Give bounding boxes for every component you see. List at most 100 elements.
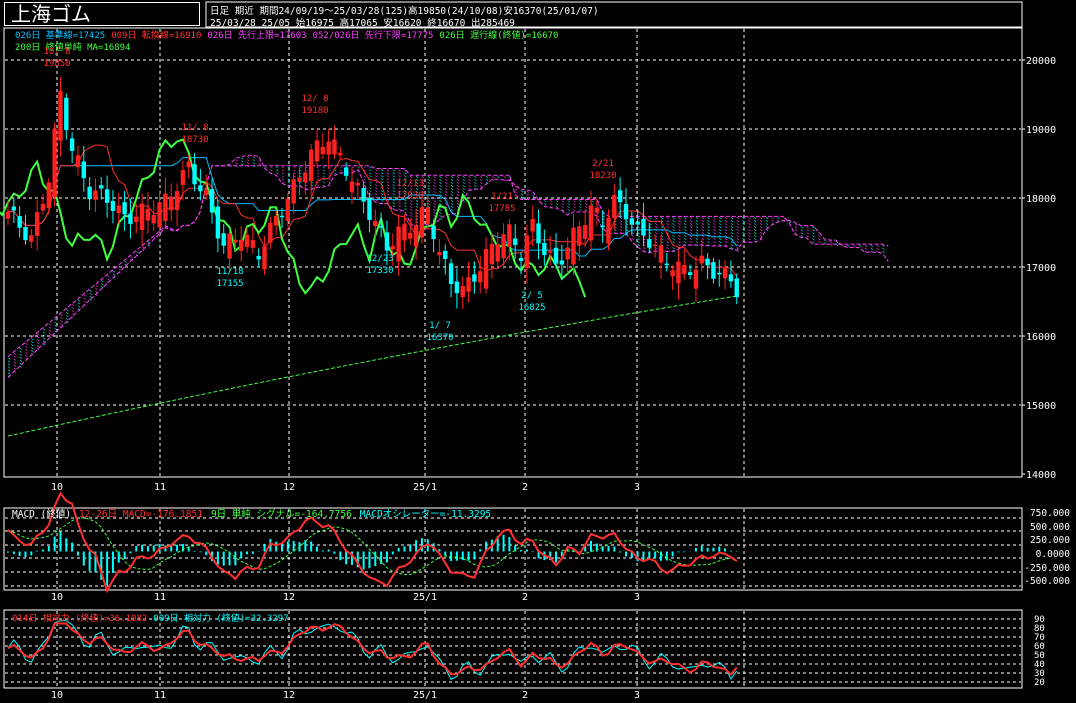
cloud-hatch	[713, 232, 716, 235]
candle-body	[297, 177, 302, 182]
cloud-hatch	[485, 176, 489, 179]
cloud-hatch	[369, 169, 372, 172]
cloud-hatch	[112, 270, 116, 273]
cloud-hatch	[754, 217, 757, 220]
cloud-hatch	[340, 169, 343, 172]
cloud-hatch	[806, 226, 809, 229]
candle-body	[483, 249, 489, 289]
candle-body	[693, 269, 699, 289]
cloud-hatch	[876, 244, 879, 247]
cloud-hatch	[637, 244, 640, 247]
cloud-hatch	[544, 203, 547, 206]
candle-body	[145, 208, 151, 221]
cloud-hatch	[439, 182, 442, 185]
cloud-hatch	[392, 190, 395, 193]
cloud-hatch	[794, 226, 798, 229]
candle-body	[198, 185, 203, 192]
cloud-hatch	[427, 185, 430, 188]
cloud-hatch	[392, 193, 395, 196]
cloud-hatch	[707, 241, 710, 244]
cloud-hatch	[392, 175, 395, 178]
candle-body	[174, 191, 180, 211]
cloud-hatch	[759, 232, 763, 235]
candle-body	[64, 97, 69, 131]
cloud-hatch	[573, 203, 576, 206]
cloud-hatch	[503, 176, 506, 179]
cloud-hatch	[759, 220, 763, 223]
candle-body	[606, 217, 611, 244]
cloud-hatch	[678, 241, 681, 244]
chart-canvas: 20000 19000 18000 17000 16000 15000 14000 10 11 1…	[0, 1, 1070, 701]
legend-rsi-0: 014日 相対力 (終値)=36.1082	[12, 612, 147, 624]
cloud-hatch	[736, 232, 739, 235]
candle-body	[565, 247, 570, 260]
cloud-hatch	[666, 223, 669, 226]
candle-body	[378, 226, 384, 228]
cloud-hatch	[462, 191, 465, 194]
candle-body	[11, 206, 17, 211]
candle-body	[244, 234, 250, 247]
cloud-hatch	[678, 235, 681, 238]
price-annotation: 16825	[518, 303, 545, 313]
candle-body	[314, 140, 320, 162]
cloud-hatch	[36, 342, 40, 345]
cloud-hatch	[433, 185, 436, 188]
cloud-hatch	[386, 196, 390, 199]
x-tick-label: 2	[522, 592, 528, 603]
legend-ichimoku-1: 009日 転換線=16910	[111, 29, 201, 41]
cloud-hatch	[375, 190, 378, 193]
cloud-hatch	[427, 182, 430, 185]
cloud-hatch	[730, 235, 734, 238]
cloud-hatch	[771, 220, 774, 223]
candle-body	[408, 232, 413, 239]
cloud-hatch	[369, 175, 372, 178]
candle-body	[588, 205, 594, 241]
cloud-hatch	[631, 235, 634, 238]
cloud-hatch	[13, 364, 17, 367]
cloud-hatch	[445, 191, 448, 194]
price-annotation: 19850	[43, 59, 70, 69]
cloud-hatch	[410, 176, 413, 179]
cloud-hatch	[713, 238, 716, 241]
candle-body	[495, 244, 500, 262]
x-tick-label: 12	[283, 690, 295, 701]
cloud-hatch	[439, 200, 442, 203]
cloud-hatch	[730, 232, 734, 235]
cloud-hatch	[730, 220, 734, 223]
cloud-hatch	[322, 169, 326, 172]
cloud-hatch	[719, 220, 722, 223]
x-tick-label: 10	[51, 690, 63, 701]
price-annotation: 19180	[301, 106, 328, 116]
cloud-hatch	[427, 179, 430, 182]
cloud-hatch	[573, 200, 576, 203]
cloud-hatch	[392, 196, 395, 199]
cloud-hatch	[410, 209, 413, 212]
candle-body	[547, 251, 553, 253]
cloud-hatch	[672, 226, 675, 229]
cloud-hatch	[689, 226, 693, 229]
cloud-hatch	[759, 217, 763, 220]
cloud-hatch	[60, 316, 63, 319]
cloud-hatch	[404, 208, 407, 211]
cloud-hatch	[77, 305, 81, 308]
cloud-hatch	[141, 246, 145, 249]
candle-body	[524, 235, 530, 269]
cloud-hatch	[31, 338, 34, 341]
cloud-hatch	[462, 185, 465, 188]
cloud-hatch	[7, 369, 11, 372]
cloud-hatch	[666, 238, 669, 241]
cloud-hatch	[847, 244, 850, 247]
cloud-hatch	[695, 238, 699, 241]
cloud-hatch	[83, 300, 86, 303]
legend-ichimoku-4: 026日 遅行線(終値)=16670	[439, 29, 558, 41]
cloud-hatch	[695, 217, 699, 220]
cloud-hatch	[439, 179, 442, 182]
cloud-hatch	[468, 176, 471, 179]
cloud-hatch	[567, 206, 570, 209]
cloud-hatch	[357, 166, 360, 169]
cloud-hatch	[684, 220, 687, 223]
cloud-hatch	[462, 188, 465, 191]
cloud-hatch	[293, 169, 296, 172]
x-tick-label: 25/1	[413, 592, 437, 603]
cloud-hatch	[754, 226, 757, 229]
